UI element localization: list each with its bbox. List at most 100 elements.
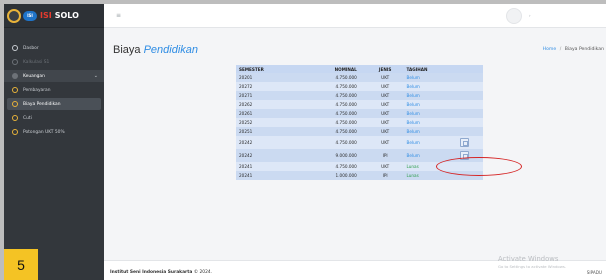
footer-year: © 2024. [193, 270, 213, 275]
page-title: Biaya Pendidikan [113, 44, 198, 56]
cell-semester: 20272 [239, 84, 253, 89]
breadcrumb-current: Biaya Pendidikan [564, 47, 604, 52]
table-row: 20201 4.750.000 UKT Belum [236, 73, 483, 82]
cell-jenis: IPI [382, 173, 388, 178]
pay-button[interactable] [460, 138, 469, 147]
cell-action [457, 109, 483, 118]
cell-nominal: 4.750.000 [335, 164, 357, 169]
column-header-semester: SEMESTER [239, 66, 264, 72]
column-header-nominal: NOMINAL [334, 66, 357, 72]
sidebar-item-kalkulasi[interactable]: Kalkulasi S1 [4, 56, 104, 68]
table-row: 20272 4.750.000 UKT Belum [236, 82, 483, 91]
breadcrumb: Home / Biaya Pendidikan [543, 47, 604, 52]
cell-action [457, 118, 483, 127]
avatar[interactable] [506, 8, 522, 24]
cell-tagihan: Belum [406, 93, 420, 98]
cell-jenis: UKT [381, 120, 390, 125]
sidebar: ISI ISI SOLO Dasbor Kalkulasi S1 Keuanga… [4, 4, 104, 280]
watermark-title: Activate Windows [498, 255, 559, 263]
cell-nominal: 4.750.000 [335, 140, 357, 145]
cell-tagihan: Belum [406, 84, 420, 89]
page-title-plain: Biaya [113, 44, 141, 56]
cell-jenis: UKT [381, 84, 390, 89]
cell-tagihan: Belum [406, 120, 420, 125]
app-window: ISI ISI SOLO Dasbor Kalkulasi S1 Keuanga… [4, 4, 606, 280]
footer-app-name: SIPADU [586, 270, 602, 275]
brand[interactable]: ISI ISI SOLO [4, 4, 104, 28]
breadcrumb-home-link[interactable]: Home [543, 47, 557, 52]
cell-tagihan: Belum [406, 75, 420, 80]
cell-jenis: UKT [381, 164, 390, 169]
sidebar-item-cuti[interactable]: Cuti [4, 112, 104, 124]
circle-icon [12, 101, 18, 107]
column-header-action [457, 65, 483, 73]
sidebar-item-label: Biaya Pendidikan [23, 101, 61, 107]
cell-semester: 20261 [239, 111, 253, 116]
sidebar-item-label: Potongan UKT 50% [23, 129, 65, 135]
calculator-icon [12, 59, 18, 65]
cell-nominal: 4.750.000 [335, 120, 357, 125]
cell-jenis: UKT [381, 111, 390, 116]
sidebar-item-label: Pembayaran [23, 87, 51, 93]
table-row: 20251 4.750.000 UKT Belum [236, 127, 483, 136]
watermark-subtitle: Go to Settings to activate Windows. [498, 264, 567, 269]
table-row: 20242 4.750.000 UKT Belum [236, 136, 483, 149]
chevron-right-icon[interactable]: › [529, 13, 531, 18]
cell-semester: 20241 [239, 164, 253, 169]
cell-nominal: 9.000.000 [335, 153, 357, 158]
cell-tagihan: Belum [406, 129, 420, 134]
table-row: 20262 4.750.000 UKT Belum [236, 100, 483, 109]
table-row: 20252 4.750.000 UKT Belum [236, 118, 483, 127]
cell-action [457, 91, 483, 100]
sidebar-item-label: Cuti [23, 115, 32, 121]
sidebar-nav: Dasbor Kalkulasi S1 Keuangan ⌄ Pembayara… [4, 28, 104, 138]
cell-semester: 20241 [239, 173, 253, 178]
sidebar-item-label: Kalkulasi S1 [23, 59, 50, 65]
cell-tagihan: Belum [406, 111, 420, 116]
cell-nominal: 4.750.000 [335, 84, 357, 89]
brand-name-solo: SOLO [54, 11, 79, 20]
column-header-tagihan: TAGIHAN [406, 66, 428, 72]
cell-action [457, 127, 483, 136]
cell-nominal: 4.750.000 [335, 93, 357, 98]
breadcrumb-separator: / [559, 47, 562, 52]
dashboard-icon [12, 45, 18, 51]
circle-icon [12, 87, 18, 93]
sidebar-item-dasbor[interactable]: Dasbor [4, 42, 104, 54]
cell-action [457, 82, 483, 91]
sidebar-item-label: Keuangan [23, 73, 45, 79]
cell-jenis: UKT [381, 93, 390, 98]
cell-semester: 20242 [239, 153, 253, 158]
cell-jenis: UKT [381, 102, 390, 107]
cell-jenis: UKT [381, 75, 390, 80]
sidebar-item-pembayaran[interactable]: Pembayaran [4, 84, 104, 96]
sidebar-group-keuangan[interactable]: Keuangan ⌄ [4, 70, 104, 82]
chevron-down-icon: ⌄ [93, 73, 98, 79]
wallet-icon [12, 73, 18, 79]
sidebar-item-label: Dasbor [23, 45, 39, 51]
circle-icon [12, 115, 18, 121]
cell-action [457, 100, 483, 109]
windows-activation-watermark: Activate Windows Go to Settings to activ… [498, 255, 566, 269]
menu-toggle-icon[interactable]: ≡ [116, 12, 121, 19]
column-header-jenis: JENIS [378, 66, 392, 72]
step-number-badge: 5 [4, 249, 38, 280]
table-header-row: SEMESTER NOMINAL JENIS TAGIHAN [236, 65, 483, 73]
cell-semester: 20271 [239, 93, 253, 98]
cell-semester: 20252 [239, 120, 253, 125]
top-bar: ≡ › [104, 4, 606, 28]
cell-semester: 20242 [239, 140, 253, 145]
cell-nominal: 4.750.000 [335, 129, 357, 134]
cell-semester: 20262 [239, 102, 253, 107]
cell-tagihan: Belum [406, 140, 420, 145]
annotation-ellipse [436, 157, 522, 176]
table-row: 20261 4.750.000 UKT Belum [236, 109, 483, 118]
sidebar-item-potongan-ukt[interactable]: Potongan UKT 50% [4, 126, 104, 138]
footer-institution: Institut Seni Indonesia Surakarta [110, 270, 193, 275]
brand-name-isi: ISI [40, 11, 52, 20]
sidebar-item-biaya-pendidikan[interactable]: Biaya Pendidikan [7, 98, 101, 110]
logo-emblem-icon [7, 8, 21, 23]
cell-nominal: 4.750.000 [335, 111, 357, 116]
cell-jenis: UKT [381, 140, 390, 145]
cell-nominal: 4.750.000 [335, 75, 357, 80]
